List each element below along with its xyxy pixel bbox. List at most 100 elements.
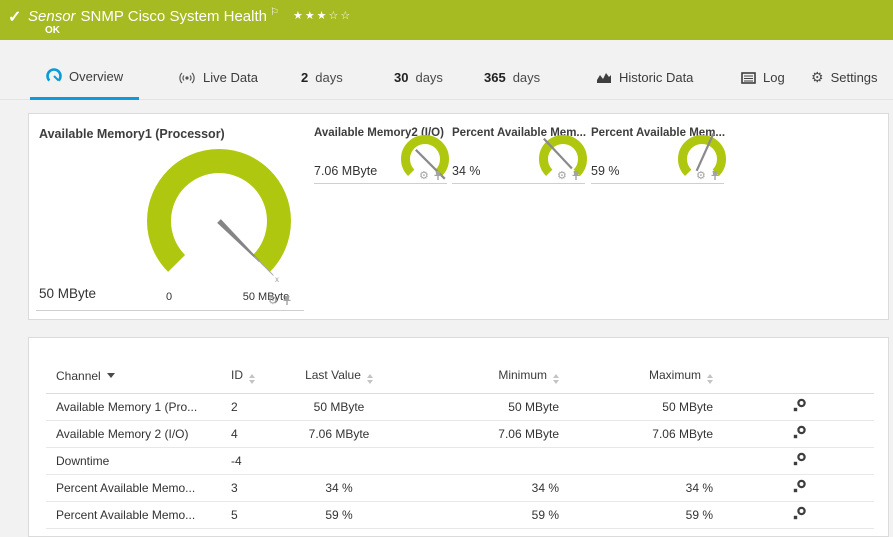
cell-channel[interactable]: Available Memory 1 (Pro... xyxy=(46,393,221,420)
cell-channel[interactable]: Percent Available Memo... xyxy=(46,474,221,501)
pin-icon[interactable] xyxy=(710,170,720,181)
gauges-panel: Available Memory1 (Processor) x 0 50 MBy… xyxy=(28,113,889,320)
cell-maximum: 59 % xyxy=(576,501,730,528)
cell-channel[interactable]: Downtime xyxy=(46,447,221,474)
column-header-channel[interactable]: Channel xyxy=(46,360,221,393)
channels-panel: Channel ID Last Value Minimum Maximum Av… xyxy=(28,337,889,537)
cell-maximum: 50 MByte xyxy=(576,393,730,420)
cell-minimum: 34 % xyxy=(395,474,576,501)
mini-gauge xyxy=(671,129,733,191)
gauge-value: 59 % xyxy=(591,164,620,178)
column-label: Last Value xyxy=(305,368,361,382)
column-label: Channel xyxy=(56,369,101,383)
tab-log[interactable]: Log xyxy=(725,55,801,100)
column-label: Minimum xyxy=(498,368,547,382)
cell-last-value: 59 % xyxy=(283,501,395,528)
gauge-scale-min: 0 xyxy=(166,291,172,303)
gauge-value-primary: 50 MByte xyxy=(39,286,96,301)
cell-last-value: 50 MByte xyxy=(283,393,395,420)
svg-text:x: x xyxy=(275,275,279,284)
cell-actions xyxy=(730,420,874,447)
sensor-status-bar: ✓ SensorSNMP Cisco System Health⚐★★★☆☆ O… xyxy=(0,0,893,40)
cell-maximum: 7.06 MByte xyxy=(576,420,730,447)
cell-id: -4 xyxy=(221,447,283,474)
tab-2-days[interactable]: 2 days xyxy=(285,55,359,100)
channel-settings-icon[interactable] xyxy=(792,452,807,467)
tab-label: Live Data xyxy=(203,70,258,85)
sort-icon xyxy=(249,374,255,384)
channel-settings-icon[interactable] xyxy=(792,398,807,413)
sort-icon xyxy=(553,374,559,384)
flag-icon[interactable]: ⚐ xyxy=(270,7,279,18)
tab-settings[interactable]: ⚙ Settings xyxy=(795,55,893,100)
tab-30-days[interactable]: 30 days xyxy=(378,55,459,100)
cell-maximum xyxy=(576,447,730,474)
tab-label: Historic Data xyxy=(619,70,693,85)
cell-last-value xyxy=(283,447,395,474)
column-label: ID xyxy=(231,368,243,382)
table-row: Available Memory 1 (Pro... 2 50 MByte 50… xyxy=(46,393,874,420)
page-title: SensorSNMP Cisco System Health⚐★★★☆☆ xyxy=(28,7,352,25)
tab-label: Log xyxy=(763,70,785,85)
gear-icon[interactable]: ⚙ xyxy=(696,171,706,181)
star-rating[interactable]: ★★★☆☆ xyxy=(293,10,352,22)
tab-label: days xyxy=(415,70,442,85)
sort-desc-icon xyxy=(107,373,115,378)
cell-channel[interactable]: Available Memory 2 (I/O) xyxy=(46,420,221,447)
gear-icon[interactable]: ⚙ xyxy=(268,296,278,306)
gear-icon[interactable]: ⚙ xyxy=(557,171,567,181)
table-row: Percent Available Memo... 3 34 % 34 % 34… xyxy=(46,474,874,501)
channel-settings-icon[interactable] xyxy=(792,479,807,494)
tab-live-data[interactable]: Live Data xyxy=(162,55,274,100)
channel-settings-icon[interactable] xyxy=(792,425,807,440)
cell-minimum: 7.06 MByte xyxy=(395,420,576,447)
tab-historic-data[interactable]: Historic Data xyxy=(580,55,709,100)
table-header-row: Channel ID Last Value Minimum Maximum xyxy=(46,360,874,393)
cell-actions xyxy=(730,501,874,528)
table-row: Percent Available Memo... 5 59 % 59 % 59… xyxy=(46,501,874,528)
tile-divider xyxy=(314,183,447,184)
tile-divider xyxy=(36,310,304,311)
cell-last-value: 7.06 MByte xyxy=(283,420,395,447)
sort-icon xyxy=(707,374,713,384)
column-header-minimum[interactable]: Minimum xyxy=(395,360,576,393)
channels-table: Channel ID Last Value Minimum Maximum Av… xyxy=(46,360,874,529)
live-icon xyxy=(178,71,196,85)
tab-365-days[interactable]: 365 days xyxy=(468,55,556,100)
table-row: Downtime -4 xyxy=(46,447,874,474)
check-icon: ✓ xyxy=(8,7,21,27)
gauge-icon xyxy=(46,68,62,84)
pin-icon[interactable] xyxy=(571,170,581,181)
gauge-value: 34 % xyxy=(452,164,481,178)
cell-minimum: 59 % xyxy=(395,501,576,528)
sort-icon xyxy=(367,374,373,384)
gear-icon[interactable]: ⚙ xyxy=(419,171,429,181)
tab-bar: Overview Live Data 2 days 30 days 365 da… xyxy=(0,55,893,100)
tab-label: Overview xyxy=(69,69,123,84)
gauge-value: 7.06 MByte xyxy=(314,164,377,178)
tab-number: 30 xyxy=(394,70,408,85)
channel-settings-icon[interactable] xyxy=(792,506,807,521)
column-header-maximum[interactable]: Maximum xyxy=(576,360,730,393)
sensor-kind-label: Sensor xyxy=(28,8,76,25)
area-chart-icon xyxy=(596,71,612,84)
cell-last-value: 34 % xyxy=(283,474,395,501)
column-label: Maximum xyxy=(649,368,701,382)
status-badge: OK xyxy=(45,25,60,36)
pin-icon[interactable] xyxy=(282,295,292,306)
cell-actions xyxy=(730,447,874,474)
pin-icon[interactable] xyxy=(433,170,443,181)
tile-divider xyxy=(452,183,585,184)
cell-minimum xyxy=(395,447,576,474)
cell-channel[interactable]: Percent Available Memo... xyxy=(46,501,221,528)
tab-overview[interactable]: Overview xyxy=(30,55,139,100)
tab-label: Settings xyxy=(831,70,878,85)
cell-maximum: 34 % xyxy=(576,474,730,501)
mini-gauge xyxy=(532,129,594,191)
column-header-id[interactable]: ID xyxy=(221,360,283,393)
cell-id: 2 xyxy=(221,393,283,420)
cell-id: 5 xyxy=(221,501,283,528)
column-header-last-value[interactable]: Last Value xyxy=(283,360,395,393)
tab-label: days xyxy=(513,70,540,85)
tile-divider xyxy=(591,183,724,184)
